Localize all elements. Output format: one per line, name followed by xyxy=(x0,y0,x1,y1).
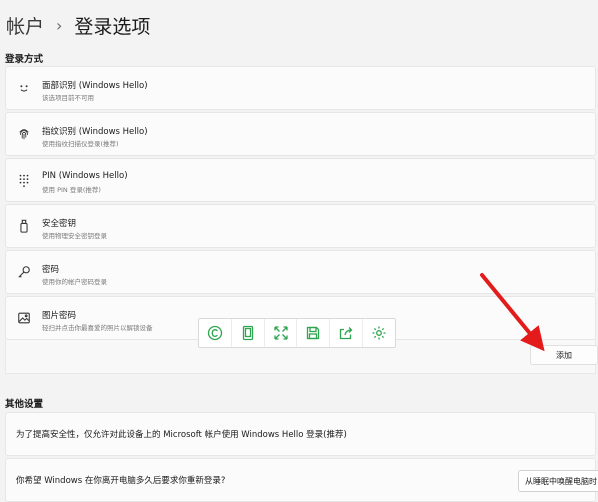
gear-icon[interactable] xyxy=(363,319,395,347)
signin-option-title: 图片密码 xyxy=(42,311,77,321)
expand-icon[interactable] xyxy=(265,319,298,347)
picture-icon xyxy=(16,309,32,327)
signin-option-subtitle: 使用物理安全密钥登录 xyxy=(42,232,107,240)
page-title: 登录选项 xyxy=(74,15,151,38)
section-header-signin-methods: 登录方式 xyxy=(5,54,44,65)
signin-option-title: 指纹识别 (Windows Hello) xyxy=(42,127,148,137)
setting-label: 为了提高安全性，仅允许对此设备上的 Microsoft 帐户使用 Windows… xyxy=(16,430,347,440)
floating-toolbar xyxy=(198,318,396,348)
add-picture-password-button[interactable]: 添加 xyxy=(530,345,598,365)
share-icon[interactable] xyxy=(330,319,364,347)
save-icon[interactable] xyxy=(297,319,331,347)
signin-option-title: 面部识别 (Windows Hello) xyxy=(42,81,148,91)
signin-option-subtitle: 使用 PIN 登录(推荐) xyxy=(42,186,101,194)
signin-option-password[interactable]: 密码 使用你的帐户密码登录 xyxy=(5,250,596,294)
breadcrumb: 帐户 › 登录选项 xyxy=(6,10,150,40)
require-signin-dropdown[interactable]: 从睡眠中唤醒电脑时 xyxy=(518,470,598,492)
signin-option-title: 密码 xyxy=(42,265,60,275)
setting-windows-hello-only[interactable]: 为了提高安全性，仅允许对此设备上的 Microsoft 帐户使用 Windows… xyxy=(5,412,596,456)
fingerprint-icon xyxy=(16,125,32,143)
signin-option-security-key[interactable]: 安全密钥 使用物理安全密钥登录 xyxy=(5,204,596,248)
usb-key-icon xyxy=(16,217,32,235)
setting-label: 你希望 Windows 在你离开电脑多久后要求你重新登录? xyxy=(16,476,226,486)
breadcrumb-parent-account[interactable]: 帐户 xyxy=(6,12,44,39)
signin-option-fingerprint[interactable]: 指纹识别 (Windows Hello) 使用指纹扫描仪登录(推荐) xyxy=(5,112,596,156)
signin-option-subtitle: 使用指纹扫描仪登录(推荐) xyxy=(42,140,119,148)
breadcrumb-separator: › xyxy=(56,15,63,35)
section-header-other-settings: 其他设置 xyxy=(5,399,44,410)
copyright-icon[interactable] xyxy=(199,319,232,347)
signin-option-subtitle: 该选项目前不可用 xyxy=(42,94,94,102)
signin-option-title: 安全密钥 xyxy=(42,219,77,229)
signin-option-subtitle: 轻扫并点击你最喜爱的照片以解锁设备 xyxy=(42,324,153,332)
tablet-icon[interactable] xyxy=(232,319,265,347)
signin-option-pin[interactable]: PIN (Windows Hello) 使用 PIN 登录(推荐) xyxy=(5,158,596,202)
face-icon xyxy=(16,79,32,97)
signin-option-face[interactable]: 面部识别 (Windows Hello) 该选项目前不可用 xyxy=(5,66,596,110)
keypad-icon xyxy=(16,171,32,189)
signin-option-title: PIN (Windows Hello) xyxy=(42,171,128,181)
key-icon xyxy=(16,263,32,281)
setting-require-signin: 你希望 Windows 在你离开电脑多久后要求你重新登录? xyxy=(5,458,596,502)
signin-option-subtitle: 使用你的帐户密码登录 xyxy=(42,278,107,286)
